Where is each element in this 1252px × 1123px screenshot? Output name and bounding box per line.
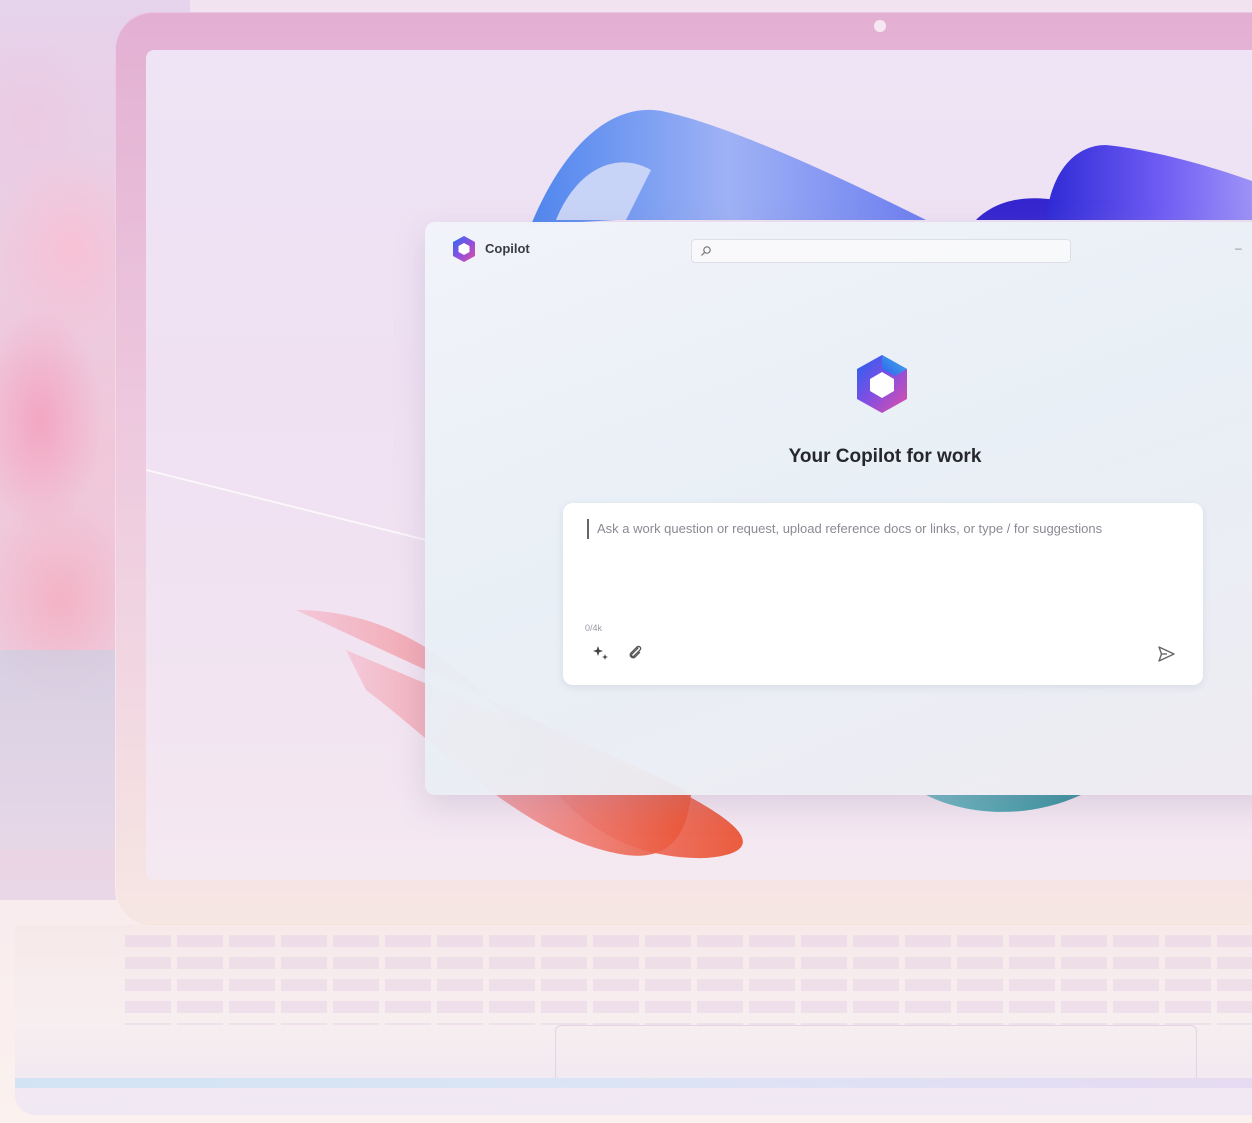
laptop-base-edge (15, 1078, 1252, 1088)
minimize-icon[interactable]: – (1235, 242, 1245, 256)
copilot-logo-icon (453, 236, 475, 262)
page-title: Your Copilot for work (788, 446, 982, 467)
scene: Copilot – Your Copilot for work Ask a wo… (0, 0, 1252, 1123)
copilot-hero-logo-icon (857, 355, 907, 413)
laptop-trackpad (555, 1025, 1197, 1082)
sparkle-icon[interactable] (591, 643, 611, 663)
compose-input-placeholder[interactable]: Ask a work question or request, upload r… (597, 521, 1102, 536)
text-caret (587, 519, 589, 539)
paperclip-icon[interactable] (625, 643, 645, 663)
app-title: Copilot (485, 241, 530, 256)
copilot-window: Copilot – Your Copilot for work Ask a wo… (425, 222, 1252, 795)
titlebar: Copilot – (425, 222, 1252, 278)
laptop-keyboard (125, 935, 1252, 1025)
compose-box[interactable]: Ask a work question or request, upload r… (563, 503, 1203, 685)
laptop-camera (874, 20, 886, 32)
search-input[interactable] (691, 239, 1071, 263)
send-icon[interactable] (1155, 643, 1177, 665)
search-icon (701, 246, 711, 256)
char-count: 0/4k (585, 623, 603, 633)
